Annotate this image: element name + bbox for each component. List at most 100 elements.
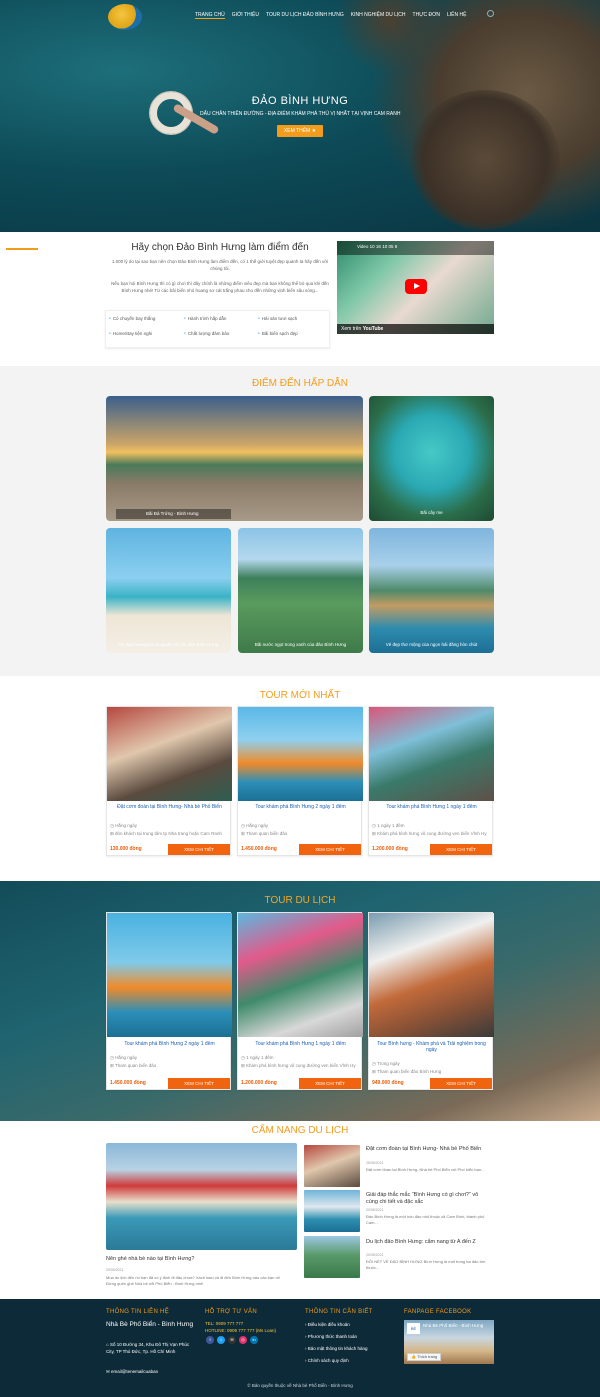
- news-thumb[interactable]: [304, 1190, 360, 1232]
- tour-card[interactable]: Tour khám phá Bình Hưng 2 ngày 1 đêm ◷ H…: [237, 706, 363, 856]
- tour-meta: ◷ 1 ngày 1 đêm: [241, 1055, 274, 1060]
- news-thumb[interactable]: [304, 1236, 360, 1278]
- footer-heading: FANPAGE FACEBOOK: [404, 1309, 472, 1315]
- logo[interactable]: [108, 4, 142, 30]
- tour-price: 130.000 đồng: [110, 846, 142, 852]
- tour-meta: ⊞ Khám phá bình hưng vũ cung đường ven b…: [372, 831, 487, 836]
- mail-icon[interactable]: ✉: [228, 1336, 236, 1344]
- nav-item-contact[interactable]: LIÊN HỆ: [447, 12, 466, 19]
- search-icon[interactable]: [487, 10, 494, 17]
- tour-card[interactable]: Tour khám phá Bình Hưng 1 ngày 1 đêm ◷ 1…: [368, 706, 494, 856]
- news-title[interactable]: Du lịch đảo Bình Hưng: cẩm nang từ A đến…: [366, 1239, 491, 1246]
- hero-more-button[interactable]: XEM THÊM ★: [277, 125, 323, 137]
- nav-item-tours[interactable]: TOUR DU LỊCH ĐẢO BÌNH HƯNG: [266, 12, 344, 19]
- tour-desc: đón khách tại trung tâm tp Nha trang hoặ…: [115, 831, 222, 836]
- nav-item-about[interactable]: GIỚI THIỆU: [232, 12, 259, 19]
- footer-link[interactable]: › Bảo mật thông tin khách hàng: [305, 1345, 368, 1352]
- tour-duration: Hằng ngày: [115, 823, 137, 828]
- tour-title[interactable]: Đặt cơm đoàn tại Bình Hưng- Nhà bè Phố B…: [110, 804, 229, 810]
- news-title[interactable]: Giải đáp thắc mắc “Bình Hưng có gì chơi?…: [366, 1192, 491, 1206]
- footer-hotline[interactable]: HOTLINE: 0909 777 777 (Ms Loan): [205, 1327, 276, 1334]
- tour-meta: ⊞ Tham quan biển đảo: [110, 1063, 157, 1068]
- video-player[interactable]: Video 10 16 10 05 8 Xem trên YouTube: [337, 241, 494, 334]
- facebook-icon[interactable]: f: [206, 1336, 214, 1344]
- news-excerpt: ĐÔI NÉT VỀ ĐẢO BÌNH HƯNG Bình Hưng là mộ…: [366, 1259, 486, 1270]
- tour-duration: Hằng ngày: [246, 823, 268, 828]
- tour-card[interactable]: Tour khám phá Bình Hưng 1 ngày 1 đêm ◷ 1…: [237, 912, 363, 1090]
- play-icon[interactable]: [405, 279, 427, 294]
- video-title: Video 10 16 10 05 8: [357, 244, 398, 249]
- destination-caption: Bãi Đá Trứng - Bình Hưng: [116, 509, 231, 519]
- tour-card[interactable]: Tour khám phá Bình Hưng 2 ngày 1 đêm ◷ H…: [106, 912, 232, 1090]
- tour-title[interactable]: Tour khám phá Bình Hưng 1 ngày 1 đêm: [372, 804, 491, 810]
- tour-price: 1.200.000 đồng: [372, 846, 408, 852]
- fanpage-name[interactable]: Nhà Bè Phố Biển - Bình Hưng: [423, 1323, 483, 1328]
- intro-paragraph: Nếu bạn hỏi Bình Hưng thì có gì chơi thì…: [111, 281, 329, 293]
- tour-title[interactable]: Tour khám phá Bình Hưng 2 ngày 1 đêm: [110, 1041, 229, 1047]
- news-date: 20/05/2021: [366, 1208, 384, 1212]
- like-page-button[interactable]: 👍 Thích trang: [407, 1353, 442, 1361]
- tour-title[interactable]: Tour khám phá Bình Hưng 2 ngày 1 đêm: [241, 804, 360, 810]
- email-text: email@tenemailcuaban: [111, 1369, 159, 1374]
- news-title[interactable]: Đặt cơm đoàn tại Bình Hưng- Nhà bè Phố B…: [366, 1146, 491, 1153]
- tour-duration: 1 ngày 1 đêm: [246, 1055, 274, 1060]
- tour-desc: Tham quan biển đảo: [114, 1063, 157, 1068]
- tour-detail-button[interactable]: XEM CHI TIẾT: [168, 844, 230, 855]
- facebook-page-widget[interactable]: BÈ Nhà Bè Phố Biển - Bình Hưng 👍 Thích t…: [404, 1320, 494, 1364]
- tour-card[interactable]: Tour Bình hưng - Khám phá và Trải nghiệm…: [368, 912, 494, 1090]
- destination-caption: Bãi nước ngọt trong xanh của đảo Bình Hư…: [254, 642, 347, 647]
- news-date: 25/06/2021: [366, 1161, 384, 1165]
- news-main-title[interactable]: Nên ghé nhà bè nào tại Bình Hưng?: [106, 1256, 297, 1263]
- section-title: TOUR MỚI NHẤT: [259, 690, 341, 701]
- tour-title[interactable]: Tour Bình hưng - Khám phá và Trải nghiệm…: [372, 1041, 491, 1053]
- footer-heading: THÔNG TIN CẦN BIẾT: [305, 1309, 373, 1315]
- tour-desc: Khám phá bình hưng vũ cung đường ven biể…: [377, 831, 487, 836]
- tour-photo: [238, 913, 363, 1037]
- feature-item: Có chuyến bay thẳng: [109, 316, 156, 321]
- instagram-icon[interactable]: ◎: [239, 1336, 247, 1344]
- destination-caption: Vẻ đẹp thơ mộng của ngọn hải đăng hòn ch…: [385, 642, 478, 647]
- tour-detail-button[interactable]: XEM CHI TIẾT: [299, 1078, 361, 1089]
- footer-link[interactable]: › Chính sách quy định: [305, 1357, 349, 1364]
- tour-detail-button[interactable]: XEM CHI TIẾT: [299, 844, 361, 855]
- tour-title[interactable]: Tour khám phá Bình Hưng 1 ngày 1 đêm: [241, 1041, 360, 1047]
- tour-detail-button[interactable]: XEM CHI TIẾT: [168, 1078, 230, 1089]
- footer-heading: HỖ TRỢ TƯ VẤN: [205, 1309, 257, 1315]
- twitter-icon[interactable]: t: [217, 1336, 225, 1344]
- news-main-image[interactable]: [106, 1143, 297, 1250]
- tour-photo: [238, 707, 363, 801]
- nav-item-home[interactable]: TRANG CHỦ: [195, 12, 225, 19]
- like-label: Thích trang: [417, 1354, 438, 1359]
- tour-card[interactable]: Đặt cơm đoàn tại Bình Hưng- Nhà bè Phố B…: [106, 706, 232, 856]
- tour-meta: ◷ Hằng ngày: [241, 823, 268, 828]
- youtube-logo[interactable]: YouTube: [363, 326, 384, 332]
- destination-card[interactable]: Bãi cây me: [369, 396, 494, 521]
- footer-link[interactable]: › Phương thức thanh toán: [305, 1333, 357, 1340]
- tour-meta: ◷ 1 ngày 1 đêm: [372, 823, 405, 828]
- video-header: Video 10 16 10 05 8: [337, 241, 494, 255]
- footer-link-label: Bảo mật thông tin khách hàng: [307, 1346, 368, 1351]
- footer-email[interactable]: ✉ email@tenemailcuaban: [106, 1368, 158, 1375]
- hero-subtitle: DẤU CHÂN THIÊN ĐƯỜNG - ĐỊA ĐIỂM KHÁM PHÁ…: [200, 111, 401, 117]
- feature-item: Hành trình hấp dẫn: [184, 316, 227, 321]
- footer-tel[interactable]: TEL: 0909 777 777: [205, 1320, 243, 1327]
- footer-link[interactable]: › Điều kiện điều khoản: [305, 1321, 350, 1328]
- hero-title: ĐẢO BÌNH HƯNG: [251, 95, 349, 107]
- nav-item-experience[interactable]: KINH NGHIỆM DU LỊCH: [351, 12, 406, 19]
- destination-card[interactable]: Vẻ đẹp thơ mộng của ngọn hải đăng hòn ch…: [369, 528, 494, 653]
- destination-card[interactable]: Vẻ đẹp hoang sơ và quyến rũ của đảo Bình…: [106, 528, 231, 653]
- tour-meta: ◷ Trong ngày: [372, 1061, 400, 1066]
- destination-card[interactable]: Bãi Đá Trứng - Bình Hưng: [106, 396, 363, 521]
- destination-caption: Bãi cây me: [420, 510, 443, 515]
- tour-price: 1.200.000 đồng: [241, 1080, 277, 1086]
- footer-link-label: Điều kiện điều khoản: [307, 1322, 350, 1327]
- hero-button-label: XEM THÊM: [283, 128, 311, 134]
- tour-detail-button[interactable]: XEM CHI TIẾT: [430, 1078, 492, 1089]
- linkedin-icon[interactable]: in: [250, 1336, 258, 1344]
- nav-item-menu[interactable]: THỰC ĐƠN: [413, 12, 440, 19]
- tour-desc: Tham quan biển đảo Bình Hưng: [376, 1069, 442, 1074]
- news-thumb[interactable]: [304, 1145, 360, 1187]
- destination-card[interactable]: Bãi nước ngọt trong xanh của đảo Bình Hư…: [238, 528, 363, 653]
- tour-detail-button[interactable]: XEM CHI TIẾT: [430, 844, 492, 855]
- tour-photo: [369, 913, 494, 1037]
